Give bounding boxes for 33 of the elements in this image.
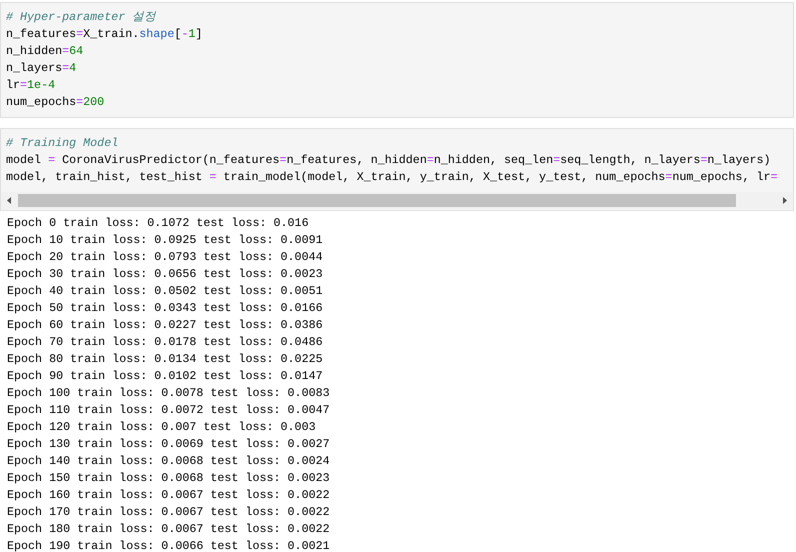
output-line: Epoch 0 train loss: 0.1072 test loss: 0.016 [7, 215, 310, 232]
output-line: Epoch 180 train loss: 0.0067 test loss: 0.0022 [7, 521, 331, 538]
code-line: num_epochs=200 [6, 94, 106, 111]
output-line: Epoch 90 train loss: 0.0102 test loss: 0.0147 [7, 368, 324, 385]
output-line: Epoch 80 train loss: 0.0134 test loss: 0.0225 [7, 351, 324, 368]
code-line: n_hidden=64 [6, 43, 84, 60]
horizontal-scrollbar[interactable] [1, 192, 793, 209]
code-line: # Hyper-parameter 설정 [6, 9, 158, 26]
output-line: Epoch 130 train loss: 0.0069 test loss: 0.0027 [7, 436, 331, 453]
code-line: model, train_hist, test_hist = train_model(model, X_train, y_train, X_test, y_test, num_epochs=num_epochs, lr= [6, 169, 779, 186]
output-line: Epoch 110 train loss: 0.0072 test loss: 0.0047 [7, 402, 331, 419]
code-line: lr=1e-4 [6, 77, 56, 94]
scrollbar-thumb[interactable] [18, 194, 736, 207]
output-line: Epoch 100 train loss: 0.0078 test loss: 0.0083 [7, 385, 331, 402]
output-line: Epoch 20 train loss: 0.0793 test loss: 0.0044 [7, 249, 324, 266]
code-line: model = CoronaVirusPredictor(n_features=n_features, n_hidden=n_hidden, seq_len=seq_length, n_layers=n_layers) [6, 152, 772, 169]
code-cell[interactable] [0, 128, 794, 211]
output-line: Epoch 140 train loss: 0.0068 test loss: 0.0024 [7, 453, 331, 470]
output-line: Epoch 160 train loss: 0.0067 test loss: 0.0022 [7, 487, 331, 504]
code-line: # Training Model [6, 135, 120, 152]
code-line: n_layers=4 [6, 60, 78, 77]
output-line: Epoch 70 train loss: 0.0178 test loss: 0.0486 [7, 334, 324, 351]
output-line: Epoch 150 train loss: 0.0068 test loss: 0.0023 [7, 470, 331, 487]
output-line: Epoch 30 train loss: 0.0656 test loss: 0.0023 [7, 266, 324, 283]
output-line: Epoch 190 train loss: 0.0066 test loss: 0.0021 [7, 538, 331, 552]
output-line: Epoch 120 train loss: 0.007 test loss: 0.003 [7, 419, 317, 436]
output-line: Epoch 40 train loss: 0.0502 test loss: 0.0051 [7, 283, 324, 300]
code-cell[interactable]: # Hyper-parameter 설정 n_features=X_train.shape[-1] n_hidden=64 n_layers=4 lr=1e-4 num_epochs=200 [0, 2, 794, 118]
output-line: Epoch 170 train loss: 0.0067 test loss: 0.0022 [7, 504, 331, 521]
output-line: Epoch 50 train loss: 0.0343 test loss: 0.0166 [7, 300, 324, 317]
output-line: Epoch 10 train loss: 0.0925 test loss: 0.0091 [7, 232, 324, 249]
code-line: n_features=X_train.shape[-1] [6, 26, 204, 43]
output-line: Epoch 60 train loss: 0.0227 test loss: 0.0386 [7, 317, 324, 334]
